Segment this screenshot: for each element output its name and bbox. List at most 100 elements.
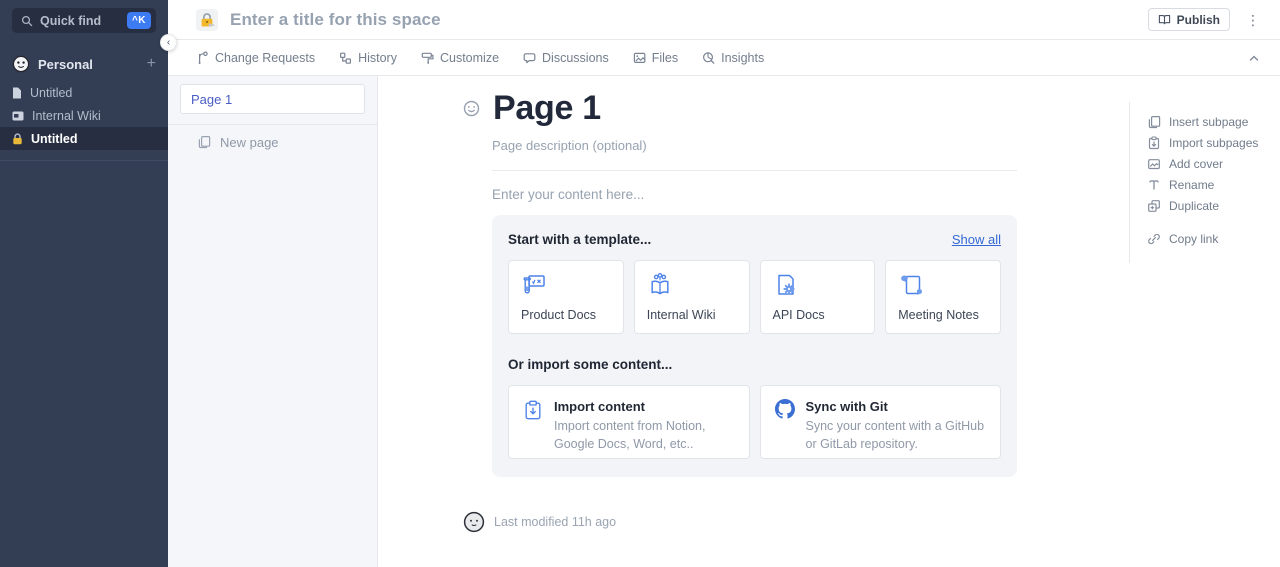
space-tabbar: Change Requests History Customize Discus… [168, 40, 1280, 76]
page-list-item-active[interactable]: Page 1 [180, 84, 365, 114]
more-options-button[interactable]: ⋮ [1246, 13, 1260, 27]
internal-wiki-icon [647, 272, 737, 298]
tab-files[interactable]: Files [633, 51, 678, 65]
pages-icon [197, 135, 211, 149]
insert-subpage-action[interactable]: Insert subpage [1147, 111, 1280, 132]
sidebar-divider [0, 160, 168, 161]
show-all-link[interactable]: Show all [952, 232, 1001, 247]
space-title-input[interactable]: Enter a title for this space [230, 10, 1148, 30]
sidebar-item-internal-wiki[interactable]: Internal Wiki [0, 104, 168, 127]
publish-book-icon [1158, 13, 1171, 26]
add-cover-action[interactable]: Add cover [1147, 153, 1280, 174]
sidebar-item-untitled-2-selected[interactable]: Untitled [0, 127, 168, 150]
app-window: Quick find ^K Personal + Untitled Intern… [0, 0, 1280, 567]
import-heading: Or import some content... [508, 357, 1001, 372]
import-cards-row: Import content Import content from Notio… [508, 385, 1001, 459]
history-icon [339, 51, 352, 65]
copy-link-action[interactable]: Copy link [1147, 228, 1280, 249]
tab-label: Change Requests [215, 51, 315, 65]
sync-with-git-card[interactable]: Sync with Git Sync your content with a G… [760, 385, 1002, 459]
template-cards-row: Product Docs Internal Wiki [508, 260, 1001, 334]
content-placeholder[interactable]: Enter your content here... [492, 187, 1017, 202]
page-emoji-smiley-icon[interactable] [463, 100, 480, 117]
add-cover-image-icon [1147, 157, 1161, 171]
lock-icon [12, 133, 23, 145]
action-label: Rename [1169, 178, 1214, 192]
change-requests-icon [196, 51, 209, 65]
collapse-sidebar-button[interactable]: ‹ [160, 34, 177, 51]
page-actions-panel: Insert subpage Import subpages Add cover [1129, 76, 1280, 567]
page-description-input[interactable]: Page description (optional) [492, 138, 1017, 153]
tab-label: Insights [721, 51, 764, 65]
collapse-header-button[interactable] [1248, 54, 1260, 62]
space-emoji-button[interactable] [196, 9, 218, 31]
tab-label: Customize [440, 51, 499, 65]
github-icon [775, 399, 795, 445]
import-card-subtitle: Import content from Notion, Google Docs,… [554, 417, 735, 453]
publish-button[interactable]: Publish [1148, 8, 1230, 31]
last-modified-row: Last modified 11h ago [463, 511, 1017, 533]
page-title[interactable]: Page 1 [493, 89, 601, 128]
rename-action[interactable]: Rename [1147, 174, 1280, 195]
quick-find-search[interactable]: Quick find ^K [12, 8, 156, 33]
space-personal[interactable]: Personal + [0, 53, 168, 75]
tab-label: History [358, 51, 397, 65]
action-label: Import subpages [1169, 136, 1258, 150]
import-subpages-action[interactable]: Import subpages [1147, 132, 1280, 153]
main-area: Enter a title for this space Publish ⋮ C… [168, 0, 1280, 567]
tab-change-requests[interactable]: Change Requests [196, 51, 315, 65]
add-page-button[interactable]: + [147, 56, 156, 72]
duplicate-icon [1147, 199, 1161, 213]
search-icon [21, 15, 33, 27]
insert-subpage-icon [1147, 115, 1161, 129]
tab-customize[interactable]: Customize [421, 51, 499, 65]
template-card-label: API Docs [773, 308, 863, 322]
action-label: Add cover [1169, 157, 1223, 171]
author-avatar [463, 511, 485, 533]
template-card-label: Meeting Notes [898, 308, 988, 322]
last-modified-text: Last modified 11h ago [494, 515, 616, 529]
action-label: Insert subpage [1169, 115, 1248, 129]
space-name: Personal [38, 57, 139, 72]
insights-chart-icon [702, 51, 715, 65]
chevron-up-icon [1248, 54, 1260, 62]
import-content-card[interactable]: Import content Import content from Notio… [508, 385, 750, 459]
space-header: Enter a title for this space Publish ⋮ [168, 0, 1280, 40]
tab-discussions[interactable]: Discussions [523, 51, 609, 65]
tab-label: Files [652, 51, 678, 65]
page-icon [12, 87, 22, 99]
speech-bubble-icon [523, 51, 536, 65]
new-page-label: New page [220, 135, 279, 150]
getting-started-panel: Start with a template... Show all Produc… [492, 215, 1017, 477]
customize-paint-roller-icon [421, 51, 434, 65]
api-docs-icon [773, 272, 863, 298]
import-subpages-icon [1147, 136, 1161, 150]
wiki-icon [12, 111, 24, 121]
copy-link-icon [1147, 232, 1161, 246]
sidebar-item-label: Untitled [30, 86, 72, 100]
template-card-api-docs[interactable]: API Docs [760, 260, 876, 334]
action-label: Copy link [1169, 232, 1218, 246]
import-card-title: Sync with Git [806, 399, 987, 414]
tab-history[interactable]: History [339, 51, 397, 65]
quick-find-shortcut-badge: ^K [127, 12, 151, 29]
sidebar-item-label: Internal Wiki [32, 109, 101, 123]
template-card-meeting-notes[interactable]: Meeting Notes [885, 260, 1001, 334]
sidebar-item-untitled-1[interactable]: Untitled [0, 81, 168, 104]
document-editor: Page 1 Page description (optional) Enter… [378, 76, 1129, 567]
title-divider [492, 170, 1017, 171]
active-page-label: Page 1 [191, 92, 232, 107]
template-card-internal-wiki[interactable]: Internal Wiki [634, 260, 750, 334]
page-list-divider [168, 124, 377, 125]
personal-avatar-icon [12, 55, 30, 73]
chevron-left-icon: ‹ [167, 38, 170, 48]
page-list-panel: Page 1 New page [168, 76, 378, 567]
rename-text-icon [1147, 178, 1161, 192]
new-page-button[interactable]: New page [168, 131, 377, 153]
template-card-product-docs[interactable]: Product Docs [508, 260, 624, 334]
sidebar-page-list: Untitled Internal Wiki Untitled [0, 81, 168, 150]
tab-insights[interactable]: Insights [702, 51, 764, 65]
space-body: Page 1 New page Page 1 [168, 76, 1280, 567]
sidebar-item-label: Untitled [31, 132, 78, 146]
duplicate-action[interactable]: Duplicate [1147, 195, 1280, 216]
